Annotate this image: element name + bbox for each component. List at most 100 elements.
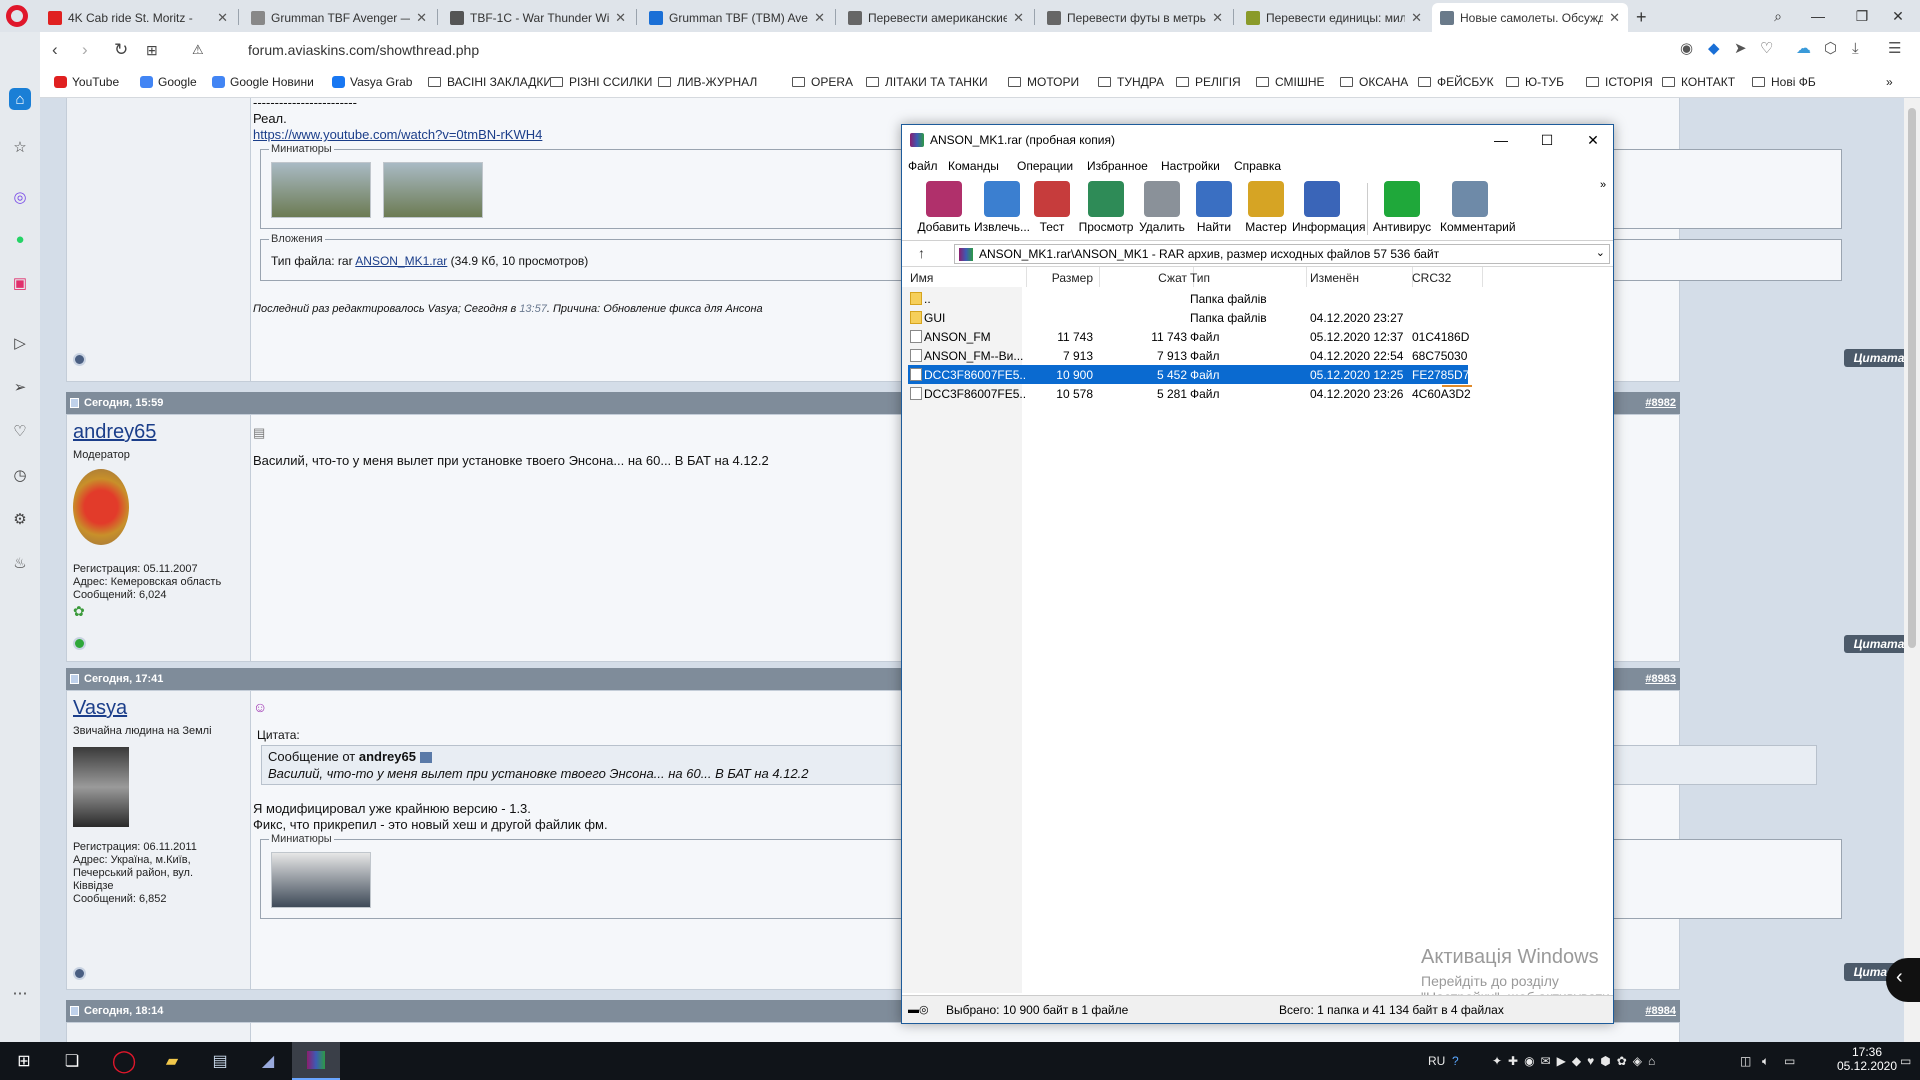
heart-icon[interactable]: ♡ xyxy=(1760,41,1773,56)
bookmark-11[interactable]: ТУНДРА xyxy=(1098,75,1164,89)
column-header-crc[interactable]: CRC32 xyxy=(1412,271,1476,285)
task-view-icon[interactable]: ❏ xyxy=(48,1042,96,1080)
file-row[interactable]: ANSON_FM--Ви... 7 913 7 913 Файл 04.12.2020 … xyxy=(908,346,1468,365)
tab-7[interactable]: Перевести единицы: мил ✕ xyxy=(1238,3,1430,32)
thumbnail-1[interactable] xyxy=(271,162,371,218)
clock[interactable]: 17:36 05.12.2020 xyxy=(1836,1045,1898,1073)
tab-close-icon[interactable]: ✕ xyxy=(1411,10,1422,26)
tab-4[interactable]: Grumman TBF (TBM) Aven ✕ xyxy=(641,3,833,32)
settings-gear-icon[interactable]: ⚙ xyxy=(9,508,31,530)
extensions-icon[interactable]: ⬡ xyxy=(1824,41,1837,56)
app-taskbar-icon[interactable]: ◢ xyxy=(244,1042,292,1080)
file-row[interactable]: DCC3F86007FE5... 10 900 5 452 Файл 05.12.202… xyxy=(908,365,1469,384)
speed-dial-icon[interactable]: ⊞ xyxy=(146,43,158,57)
archive-path-combo[interactable]: ANSON_MK1.rar\ANSON_MK1 - RAR архив, раз… xyxy=(954,244,1610,264)
info-button[interactable]: Информация xyxy=(1292,181,1365,237)
username-link[interactable]: andrey65 xyxy=(73,421,156,444)
scrollbar-thumb[interactable] xyxy=(1908,108,1916,648)
whatsapp-icon[interactable]: ● xyxy=(9,228,31,250)
new-tab-icon[interactable]: + xyxy=(1628,3,1655,32)
bookmark-9[interactable]: ЛІТАКИ ТА ТАНКИ xyxy=(866,75,988,89)
opera-taskbar-icon[interactable]: ◯ xyxy=(100,1042,148,1080)
winrar-minimize-icon[interactable]: — xyxy=(1478,125,1524,155)
bookmark-7[interactable]: ЛИВ-ЖУРНАЛ xyxy=(658,75,757,89)
column-separator[interactable] xyxy=(1306,267,1307,287)
delete-button[interactable]: Удалить xyxy=(1132,181,1192,237)
column-separator[interactable] xyxy=(1099,267,1100,287)
notepad-taskbar-icon[interactable]: ▤ xyxy=(196,1042,244,1080)
column-header-name[interactable]: Имя xyxy=(910,271,1020,285)
thumbnail-1[interactable] xyxy=(271,852,371,908)
player-icon[interactable]: ▷ xyxy=(9,332,31,354)
antivirus-button[interactable]: Антивирус xyxy=(1372,181,1432,237)
file-row[interactable]: GUI Папка файлів 04.12.2020 23:27 xyxy=(908,308,1468,327)
test-button[interactable]: Тест xyxy=(1022,181,1082,237)
bookmark-18[interactable]: КОНТАКТ xyxy=(1662,75,1735,89)
menu-item-2[interactable]: Команды xyxy=(948,159,999,173)
bookmark-4[interactable]: Vasya Grab xyxy=(332,75,412,89)
column-header-type[interactable]: Тип xyxy=(1190,271,1300,285)
winrar-titlebar[interactable]: ANSON_MK1.rar (пробная копия) — ☐ ✕ xyxy=(902,125,1613,155)
tab-close-icon[interactable]: ✕ xyxy=(1212,10,1223,26)
star-icon[interactable]: ☆ xyxy=(9,136,31,158)
keyboard-icon[interactable]: ▭ xyxy=(1784,1054,1795,1068)
instagram-icon[interactable]: ▣ xyxy=(9,272,31,294)
opera-logo-icon[interactable] xyxy=(6,5,28,27)
reload-icon[interactable]: ↻ xyxy=(114,41,128,58)
bookmark-6[interactable]: РІЗНІ ССИЛКИ xyxy=(550,75,652,89)
file-row[interactable]: ANSON_FM 11 743 11 743 Файл 05.12.2020 12:37… xyxy=(908,327,1469,346)
explorer-taskbar-icon[interactable]: ▰ xyxy=(148,1042,196,1080)
bookmark-3[interactable]: Google Новини xyxy=(212,75,314,89)
chevron-down-icon[interactable]: ⌄ xyxy=(1596,246,1605,259)
column-header-size[interactable]: Размер xyxy=(1025,271,1093,285)
quote-button[interactable]: Цитата xyxy=(1844,635,1904,653)
quote-button[interactable]: Цитата xyxy=(1844,349,1904,367)
post-number[interactable]: #8984 xyxy=(1645,1005,1676,1017)
messenger-icon[interactable]: ◎ xyxy=(9,186,31,208)
post-number[interactable]: #8983 xyxy=(1645,673,1676,685)
tab-close-icon[interactable]: ✕ xyxy=(416,10,427,26)
tab-close-icon[interactable]: ✕ xyxy=(814,10,825,26)
flow-icon[interactable]: ➢ xyxy=(9,376,31,398)
winrar-close-icon[interactable]: ✕ xyxy=(1570,125,1616,155)
column-separator[interactable] xyxy=(1482,267,1483,287)
bookmark-16[interactable]: Ю-ТУБ xyxy=(1506,75,1564,89)
tab-1[interactable]: 4K Cab ride St. Moritz - ✕ xyxy=(40,3,236,32)
wizard-button[interactable]: Мастер xyxy=(1236,181,1296,237)
column-header-mod[interactable]: Изменён xyxy=(1310,271,1406,285)
bookmark-12[interactable]: РЕЛІГІЯ xyxy=(1176,75,1241,89)
close-icon[interactable]: ✕ xyxy=(1876,0,1920,32)
column-header-packed[interactable]: Сжат xyxy=(1107,271,1187,285)
menu-item-5[interactable]: Настройки xyxy=(1161,159,1220,173)
bookmark-19[interactable]: Нові ФБ xyxy=(1752,75,1816,89)
tips-bulb-icon[interactable]: ♨ xyxy=(9,552,31,574)
tab-close-icon[interactable]: ✕ xyxy=(1609,10,1620,26)
bookmark-8[interactable]: OPERA xyxy=(792,75,853,89)
menu-item-3[interactable]: Операции xyxy=(1017,159,1073,173)
bookmark-13[interactable]: СМІШНЕ xyxy=(1256,75,1325,89)
bookmarks-more-icon[interactable]: » xyxy=(1886,75,1893,89)
download-icon[interactable]: ⤓ xyxy=(1852,41,1859,56)
notifications-icon[interactable]: ▭ xyxy=(1900,1054,1911,1068)
tab-3[interactable]: TBF-1C - War Thunder Wiki ✕ xyxy=(442,3,634,32)
winrar-taskbar-icon[interactable] xyxy=(292,1042,340,1080)
menu-icon[interactable]: ☰ xyxy=(1888,41,1901,56)
snapshot-icon[interactable]: ◉ xyxy=(1680,41,1693,56)
home-icon[interactable]: ⌂ xyxy=(9,88,31,110)
network-icon[interactable]: ◫ xyxy=(1740,1054,1751,1068)
tab-search-icon[interactable]: ⌕ xyxy=(1756,0,1800,32)
file-row[interactable]: DCC3F86007FE5... 10 578 5 281 Файл 04.12.202… xyxy=(908,384,1471,403)
thumbnail-2[interactable] xyxy=(383,162,483,218)
attachment-link[interactable]: ANSON_MK1.rar xyxy=(355,254,447,268)
tab-close-icon[interactable]: ✕ xyxy=(615,10,626,26)
url-field[interactable]: forum.aviaskins.com/showthread.php xyxy=(248,42,479,58)
site-info-icon[interactable]: ⚠ xyxy=(192,43,204,56)
vpn-icon[interactable]: ◆ xyxy=(1708,41,1720,56)
view-button[interactable]: Просмотр xyxy=(1076,181,1136,237)
send-icon[interactable]: ➤ xyxy=(1734,41,1747,56)
up-folder-icon[interactable]: ↑ xyxy=(918,245,925,261)
volume-icon[interactable]: 🔈︎ xyxy=(1762,1054,1769,1069)
find-button[interactable]: Найти xyxy=(1184,181,1244,237)
forward-icon[interactable]: › xyxy=(82,41,88,58)
toolbar-more-icon[interactable]: » xyxy=(1600,179,1606,191)
